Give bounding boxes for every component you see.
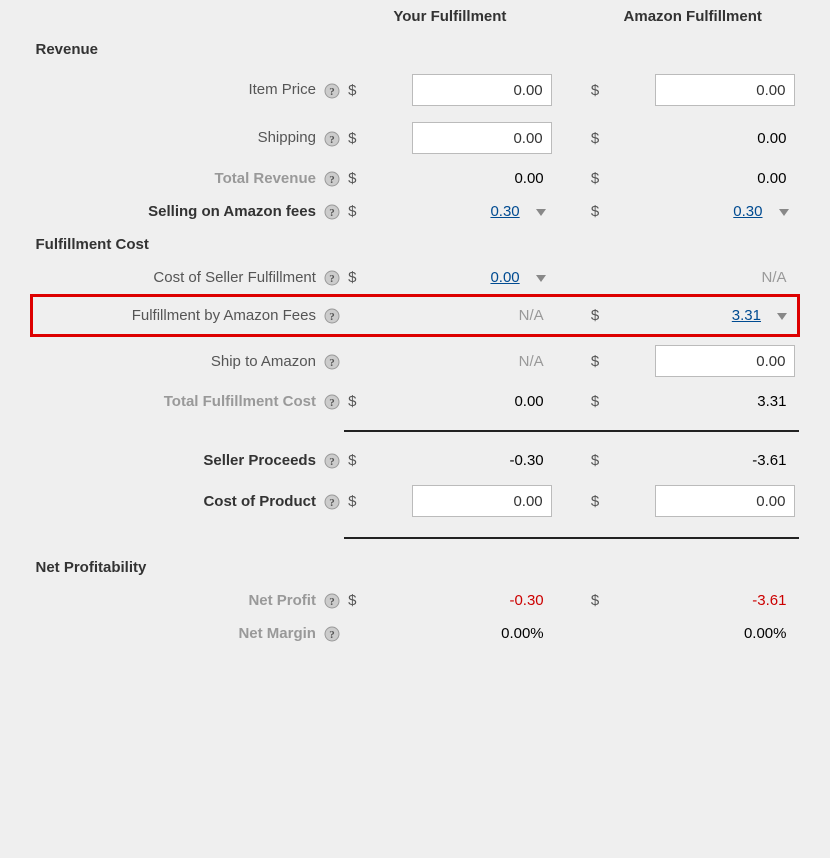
currency-symbol: $ [587,114,616,162]
row-label-cost-of-product: Cost of Product ? [32,477,345,525]
help-icon[interactable]: ? [324,308,340,324]
net-profit-your-value: -0.30 [412,592,552,609]
shipping-amazon-value: 0.00 [655,130,795,147]
currency-symbol: $ [344,584,373,617]
currency-symbol: $ [344,195,373,228]
currency-symbol: $ [587,162,616,195]
currency-symbol: $ [344,66,373,114]
svg-text:?: ? [329,86,335,98]
column-header-amazon: Amazon Fulfillment [587,0,799,33]
currency-symbol: $ [587,66,616,114]
fba-fees-amazon-link[interactable]: 3.31 [732,307,761,324]
help-icon[interactable]: ? [324,270,340,286]
item-price-your-input[interactable] [412,74,552,106]
section-revenue: Revenue [32,33,799,66]
currency-symbol: $ [344,385,373,418]
currency-symbol: $ [344,114,373,162]
chevron-down-icon[interactable] [777,313,787,320]
net-profit-amazon-value: -3.61 [655,592,795,609]
seller-fulfillment-amazon-na: N/A [655,269,795,286]
seller-proceeds-amazon-value: -3.61 [655,452,795,469]
help-icon[interactable]: ? [324,131,340,147]
svg-text:?: ? [329,174,335,186]
help-icon[interactable]: ? [324,453,340,469]
currency-symbol: $ [587,444,616,477]
svg-text:?: ? [329,207,335,219]
help-icon[interactable]: ? [324,494,340,510]
total-revenue-your-value: 0.00 [412,170,552,187]
svg-text:?: ? [329,397,335,409]
currency-symbol: $ [587,195,616,228]
help-icon[interactable]: ? [324,593,340,609]
highlighted-row-fba-fees: Fulfillment by Amazon Fees ? N/A $ 3.31 [32,296,799,336]
row-label-selling-fees: Selling on Amazon fees ? [32,195,345,228]
total-fulfillment-amazon-value: 3.31 [655,393,795,410]
row-label-seller-fulfillment: Cost of Seller Fulfillment ? [32,261,345,296]
svg-text:?: ? [329,357,335,369]
currency-symbol: $ [587,385,616,418]
shipping-your-input[interactable] [412,122,552,154]
currency-symbol: $ [587,336,616,386]
seller-fulfillment-your-link[interactable]: 0.00 [490,269,519,286]
divider [344,430,798,432]
row-label-shipping: Shipping ? [32,114,345,162]
selling-fees-your-link[interactable]: 0.30 [490,203,519,220]
row-label-ship-to-amazon: Ship to Amazon ? [32,336,345,386]
row-label-net-margin: Net Margin ? [32,617,345,650]
row-label-total-fulfillment: Total Fulfillment Cost ? [32,385,345,418]
row-label-fba-fees: Fulfillment by Amazon Fees ? [32,296,345,336]
help-icon[interactable]: ? [324,171,340,187]
row-label-seller-proceeds: Seller Proceeds ? [32,444,345,477]
svg-text:?: ? [329,596,335,608]
row-label-net-profit: Net Profit ? [32,584,345,617]
calculator-table: Your Fulfillment Amazon Fulfillment Reve… [30,0,800,650]
help-icon[interactable]: ? [324,394,340,410]
svg-text:?: ? [329,629,335,641]
currency-symbol: $ [587,296,616,336]
row-label-total-revenue: Total Revenue ? [32,162,345,195]
help-icon[interactable]: ? [324,83,340,99]
svg-text:?: ? [329,497,335,509]
total-revenue-amazon-value: 0.00 [655,170,795,187]
help-icon[interactable]: ? [324,204,340,220]
item-price-amazon-input[interactable] [655,74,795,106]
total-fulfillment-your-value: 0.00 [412,393,552,410]
currency-symbol: $ [344,162,373,195]
divider [344,537,798,539]
svg-text:?: ? [329,456,335,468]
seller-proceeds-your-value: -0.30 [412,452,552,469]
currency-symbol: $ [344,477,373,525]
svg-text:?: ? [329,273,335,285]
chevron-down-icon[interactable] [536,275,546,282]
svg-text:?: ? [329,311,335,323]
fba-calculator: Your Fulfillment Amazon Fulfillment Reve… [0,0,830,670]
currency-symbol: $ [587,584,616,617]
currency-symbol: $ [344,261,373,296]
selling-fees-amazon-link[interactable]: 0.30 [733,203,762,220]
ship-to-amazon-your-na: N/A [412,353,552,370]
section-net-profitability: Net Profitability [32,551,799,584]
column-header-your: Your Fulfillment [344,0,556,33]
chevron-down-icon[interactable] [779,209,789,216]
cost-of-product-your-input[interactable] [412,485,552,517]
help-icon[interactable]: ? [324,626,340,642]
net-margin-your-value: 0.00% [412,625,552,642]
currency-symbol: $ [344,444,373,477]
fba-fees-your-na: N/A [412,307,552,324]
cost-of-product-amazon-input[interactable] [655,485,795,517]
ship-to-amazon-input[interactable] [655,345,795,377]
row-label-item-price: Item Price ? [32,66,345,114]
chevron-down-icon[interactable] [536,209,546,216]
svg-text:?: ? [329,134,335,146]
help-icon[interactable]: ? [324,354,340,370]
section-fulfillment-cost: Fulfillment Cost [32,228,799,261]
net-margin-amazon-value: 0.00% [655,625,795,642]
currency-symbol: $ [587,477,616,525]
